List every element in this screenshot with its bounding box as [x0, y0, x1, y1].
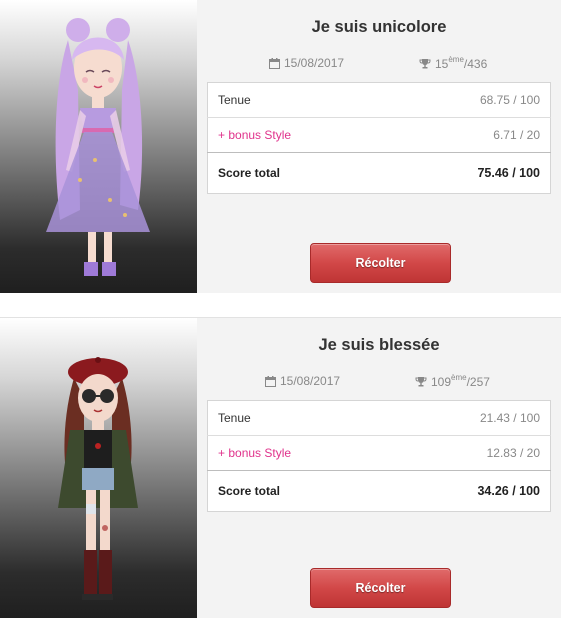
- table-row-total: Score total 34.26 / 100: [207, 470, 551, 512]
- score-table: Tenue 68.75 / 100 + bonus Style 6.71 / 2…: [207, 82, 551, 194]
- challenge-date: 15/08/2017: [269, 56, 344, 70]
- table-row: + bonus Style 6.71 / 20: [207, 117, 551, 153]
- total-value: 34.26 / 100: [389, 470, 551, 512]
- challenge-title: Je suis blessée: [318, 336, 440, 354]
- doll-avatar-lilac: [46, 18, 150, 276]
- result-card-blessee: Je suis blessée 15/08/2017 109ème/257 Te…: [0, 317, 561, 618]
- bonus-label: + bonus Style: [207, 117, 390, 153]
- row-label: Tenue: [218, 93, 251, 107]
- date-text: 15/08/2017: [280, 374, 341, 388]
- challenge-rank: 15ème/436: [419, 55, 488, 71]
- result-card-unicolore: Je suis unicolore 15/08/2017 15ème/436 T…: [0, 0, 561, 293]
- calendar-icon: [265, 375, 276, 387]
- total-value: 75.46 / 100: [389, 152, 551, 194]
- row-value: 68.75 / 100: [479, 93, 540, 107]
- row-value: 6.71 / 20: [389, 117, 551, 153]
- total-label: Score total: [207, 152, 390, 194]
- challenge-title: Je suis unicolore: [311, 18, 447, 36]
- calendar-icon: [269, 57, 280, 69]
- total-label: Score total: [207, 470, 390, 512]
- result-content: Je suis blessée 15/08/2017 109ème/257 Te…: [197, 318, 561, 618]
- table-row-total: Score total 75.46 / 100: [207, 152, 551, 194]
- recolter-button[interactable]: Récolter: [310, 243, 451, 283]
- trophy-icon: [415, 376, 427, 387]
- rank-text: 109ème/257: [431, 373, 490, 389]
- challenge-date: 15/08/2017: [265, 374, 340, 388]
- doll-avatar-injured: [58, 357, 138, 600]
- avatar-panel: [0, 0, 197, 293]
- table-row: Tenue 68.75 / 100: [208, 83, 551, 118]
- result-content: Je suis unicolore 15/08/2017 15ème/436 T…: [197, 0, 561, 293]
- recolter-button[interactable]: Récolter: [310, 568, 451, 608]
- date-text: 15/08/2017: [284, 56, 345, 70]
- challenge-rank: 109ème/257: [415, 373, 490, 389]
- trophy-icon: [419, 58, 431, 69]
- row-label: Tenue: [218, 411, 251, 425]
- rank-text: 15ème/436: [435, 55, 488, 71]
- table-row: + bonus Style 12.83 / 20: [207, 435, 551, 471]
- avatar-panel: [0, 318, 197, 618]
- row-value: 12.83 / 20: [389, 435, 551, 471]
- bonus-label: + bonus Style: [207, 435, 390, 471]
- table-row: Tenue 21.43 / 100: [208, 401, 551, 436]
- score-table: Tenue 21.43 / 100 + bonus Style 12.83 / …: [207, 400, 551, 512]
- row-value: 21.43 / 100: [479, 411, 540, 425]
